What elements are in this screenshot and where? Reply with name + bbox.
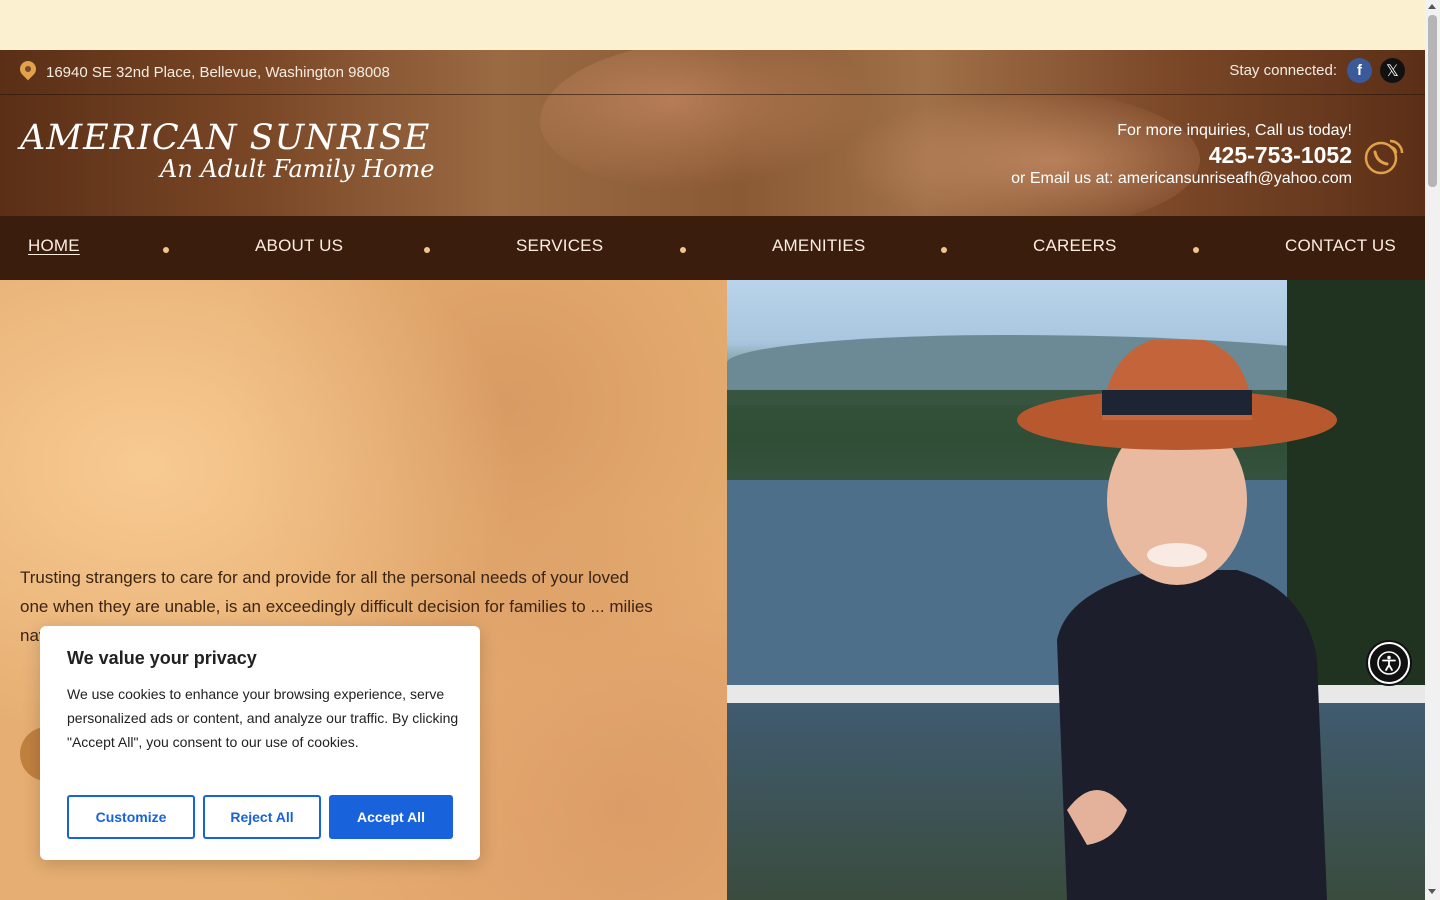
header-topbar: 16940 SE 32nd Place, Bellevue, Washingto…	[0, 50, 1425, 95]
logo-subtitle: An Adult Family Home	[160, 155, 435, 183]
nav-services[interactable]: SERVICES	[516, 236, 603, 256]
email-line[interactable]: or Email us at: americansunriseafh@yahoo…	[1011, 170, 1352, 188]
site-header: 16940 SE 32nd Place, Bellevue, Washingto…	[0, 50, 1425, 216]
cookie-title: We value your privacy	[67, 648, 257, 668]
nav-about-us[interactable]: ABOUT US	[255, 236, 343, 256]
stay-connected-label: Stay connected:	[1229, 62, 1337, 79]
scroll-thumb[interactable]	[1428, 15, 1437, 187]
phone-icon	[1364, 139, 1404, 175]
accept-all-button[interactable]: Accept All	[329, 795, 453, 839]
hero-photo	[727, 280, 1425, 900]
customize-button[interactable]: Customize	[67, 795, 195, 839]
nav-careers[interactable]: CAREERS	[1033, 236, 1117, 256]
nav-separator	[424, 247, 430, 253]
nav-separator	[680, 247, 686, 253]
nav-contact-us[interactable]: CONTACT US	[1285, 236, 1396, 256]
x-twitter-icon[interactable]: 𝕏	[1380, 58, 1405, 83]
social-links: Stay connected: f 𝕏	[1229, 58, 1405, 83]
page-scrollbar[interactable]	[1425, 0, 1440, 900]
address-text: 16940 SE 32nd Place, Bellevue, Washingto…	[46, 63, 390, 81]
logo-title: AMERICAN SUNRISE	[20, 118, 431, 158]
header-contact: For more inquiries, Call us today! 425-7…	[1011, 122, 1352, 188]
nav-amenities[interactable]: AMENITIES	[772, 236, 865, 256]
main-nav: HOME ABOUT US SERVICES AMENITIES CAREERS…	[0, 216, 1425, 280]
location-pin-icon	[20, 61, 36, 83]
reject-all-button[interactable]: Reject All	[203, 795, 321, 839]
nav-separator	[163, 247, 169, 253]
scroll-up-arrow-icon[interactable]	[1428, 4, 1436, 9]
inquiry-text: For more inquiries, Call us today!	[1117, 122, 1352, 139]
address: 16940 SE 32nd Place, Bellevue, Washingto…	[20, 61, 390, 83]
cookie-consent-dialog: We value your privacy We use cookies to …	[40, 626, 480, 860]
nav-home[interactable]: HOME	[28, 236, 80, 256]
scroll-down-arrow-icon[interactable]	[1428, 889, 1436, 894]
top-banner-strip	[0, 0, 1425, 50]
site-logo[interactable]: AMERICAN SUNRISE An Adult Family Home	[20, 118, 450, 188]
accessibility-icon[interactable]	[1368, 642, 1410, 684]
nav-separator	[941, 247, 947, 253]
elderly-man-photo	[1017, 340, 1337, 900]
nav-separator	[1193, 247, 1199, 253]
facebook-icon[interactable]: f	[1347, 58, 1372, 83]
phone-number[interactable]: 425-753-1052	[1011, 142, 1352, 169]
cookie-description: We use cookies to enhance your browsing …	[67, 686, 459, 750]
